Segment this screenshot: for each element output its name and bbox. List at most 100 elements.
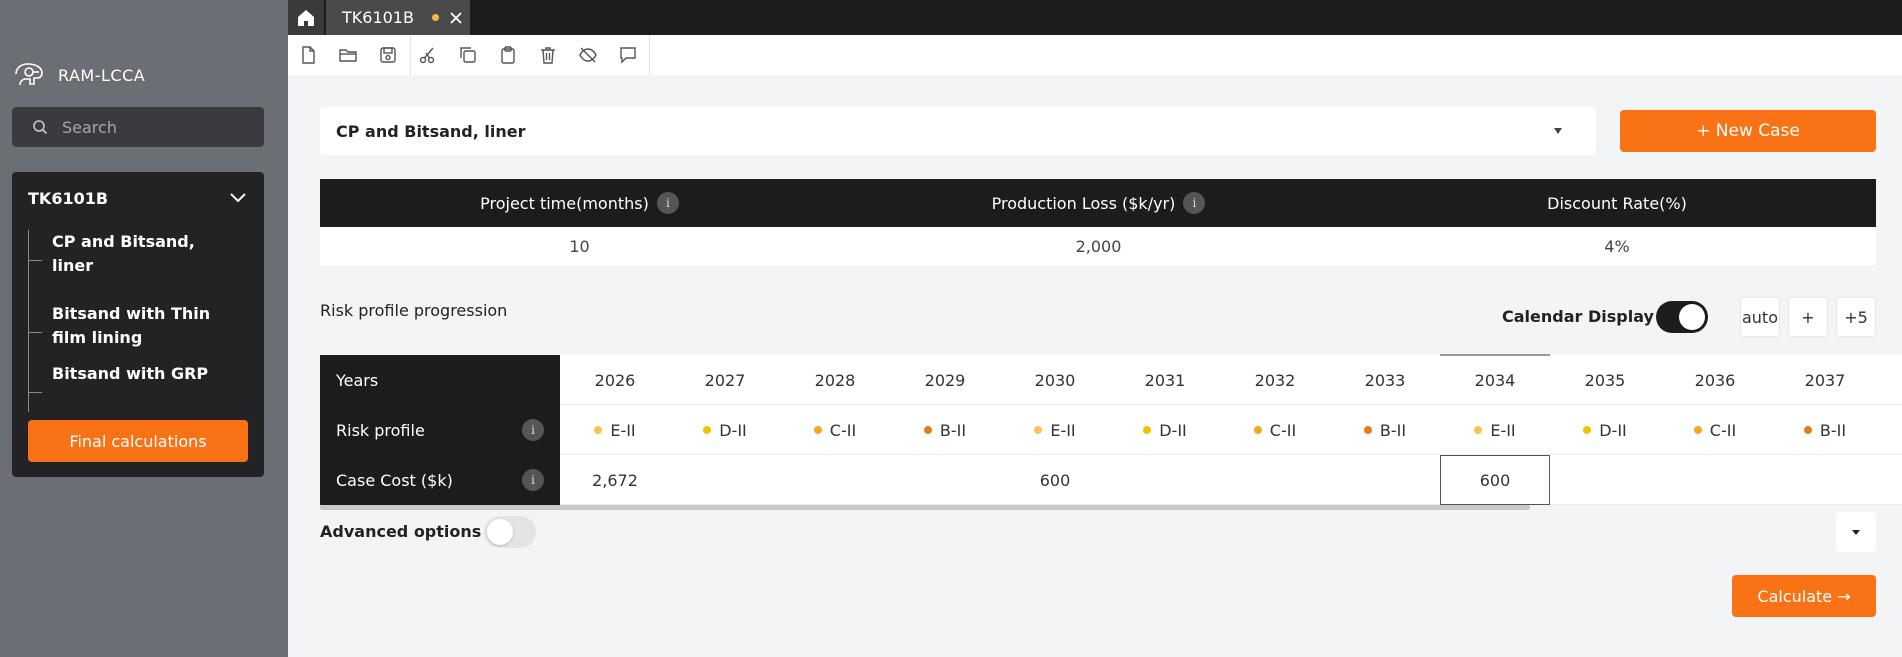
- app-name: RAM-LCCA: [58, 65, 146, 85]
- new-case-button[interactable]: + New Case: [1620, 110, 1876, 152]
- risk-grid: Years Risk profile i Case Cost ($k) i 20…: [320, 354, 1902, 510]
- risk-label: B-II: [1379, 420, 1407, 440]
- final-calculations-button[interactable]: Final calculations: [28, 420, 248, 462]
- copy-button[interactable]: [456, 43, 480, 67]
- advanced-options-dropdown[interactable]: [1836, 512, 1876, 552]
- new-file-button[interactable]: [296, 43, 320, 67]
- risk-cell[interactable]: E-II: [1000, 405, 1110, 455]
- project-name: TK6101B: [28, 188, 109, 208]
- cost-cell[interactable]: 2,672: [560, 455, 670, 505]
- cut-button[interactable]: [416, 43, 440, 67]
- project-header[interactable]: TK6101B: [28, 186, 248, 210]
- risk-label: E-II: [610, 420, 636, 440]
- calendar-display-toggle[interactable]: [1656, 301, 1708, 333]
- risk-cell[interactable]: D-II: [670, 405, 780, 455]
- zoom-auto-button[interactable]: auto: [1740, 297, 1780, 337]
- calculate-button[interactable]: Calculate →: [1732, 575, 1876, 617]
- risk-dot-icon: [1803, 426, 1812, 434]
- cut-icon: [419, 47, 435, 64]
- cost-row: 2,672 600 600: [560, 455, 1902, 505]
- chevron-down-icon[interactable]: [228, 189, 248, 208]
- risk-dot-icon: [1253, 426, 1262, 434]
- close-icon[interactable]: [449, 11, 463, 25]
- zoom-plus5-button[interactable]: +5: [1836, 297, 1876, 337]
- risk-cell[interactable]: C-II: [780, 405, 890, 455]
- copy-icon: [460, 47, 476, 63]
- risk-cell[interactable]: D-II: [1550, 405, 1660, 455]
- advanced-options-toggle[interactable]: [484, 516, 536, 548]
- open-folder-icon: [339, 49, 357, 62]
- risk-cell[interactable]: E-II: [1440, 405, 1550, 455]
- risk-cell[interactable]: D-II: [1110, 405, 1220, 455]
- tree-item-cp-bitsand[interactable]: CP and Bitsand, liner: [28, 230, 248, 278]
- year-cell: 2033: [1364, 370, 1406, 390]
- value-production-loss[interactable]: 2,000: [839, 227, 1358, 265]
- caret-down-icon: [1554, 128, 1562, 134]
- header-project-time: Project time(months) i: [320, 179, 839, 227]
- paste-icon: [501, 46, 515, 64]
- year-cell: 2035: [1584, 370, 1626, 390]
- tree-item-label: Bitsand with GRP: [52, 364, 209, 383]
- info-icon[interactable]: i: [1183, 192, 1206, 214]
- row-label-text: Risk profile: [336, 420, 425, 440]
- search-input[interactable]: [62, 117, 252, 137]
- paste-button[interactable]: [496, 43, 520, 67]
- row-label-years: Years: [320, 355, 560, 405]
- year-cell: 2027: [704, 370, 746, 390]
- tab-tk6101b[interactable]: TK6101B: [326, 0, 470, 35]
- risk-label: E-II: [1490, 420, 1516, 440]
- risk-row: E-II D-II C-II B-II E-II D-II C-II B-II E-II D-II…: [560, 405, 1902, 455]
- value-project-time[interactable]: 10: [320, 227, 839, 265]
- info-icon[interactable]: i: [656, 192, 679, 214]
- cost-cell[interactable]: 600: [1000, 455, 1110, 505]
- risk-cell[interactable]: B-II: [1770, 405, 1880, 455]
- risk-dot-icon: [1474, 426, 1483, 434]
- year-cell: 2036: [1694, 370, 1736, 390]
- comment-button[interactable]: [616, 43, 640, 67]
- horizontal-scrollbar[interactable]: [320, 505, 1530, 510]
- risk-cell[interactable]: C-II: [1220, 405, 1330, 455]
- brain-logo-icon: [15, 63, 43, 86]
- home-icon: [298, 9, 314, 26]
- risk-cell[interactable]: C-II: [1660, 405, 1770, 455]
- delete-button[interactable]: [536, 43, 560, 67]
- toolbar-divider: [410, 35, 411, 75]
- open-folder-button[interactable]: [336, 43, 360, 67]
- save-button[interactable]: [376, 43, 400, 67]
- case-select[interactable]: CP and Bitsand, liner: [320, 107, 1596, 155]
- year-cell: 2028: [814, 370, 856, 390]
- header-label: Production Loss ($k/yr): [991, 193, 1176, 213]
- modified-dot-icon: [431, 14, 439, 21]
- risk-cell[interactable]: E-II: [560, 405, 670, 455]
- info-icon[interactable]: i: [522, 469, 544, 491]
- tab-label: TK6101B: [342, 8, 414, 27]
- year-cell: 2030: [1034, 370, 1076, 390]
- app-logo[interactable]: RAM-LCCA: [12, 60, 145, 90]
- risk-cell[interactable]: B-II: [1330, 405, 1440, 455]
- zoom-in-button[interactable]: +: [1788, 297, 1828, 337]
- search-box[interactable]: [12, 107, 264, 147]
- tree-item-thin-film[interactable]: Bitsand with Thin film lining: [28, 302, 248, 350]
- search-icon: [33, 120, 48, 135]
- value-discount-rate[interactable]: 4%: [1358, 227, 1876, 265]
- params-value-row: 10 2,000 4%: [320, 227, 1876, 265]
- risk-label: C-II: [1269, 420, 1297, 440]
- cost-cell-selected[interactable]: 600: [1440, 455, 1550, 505]
- tree-item-grp[interactable]: Bitsand with GRP: [28, 362, 248, 393]
- hide-button[interactable]: [576, 43, 600, 67]
- hide-icon: [579, 47, 597, 63]
- home-tab[interactable]: [288, 0, 324, 35]
- risk-cell[interactable]: B-II: [890, 405, 1000, 455]
- risk-section-title: Risk profile progression: [320, 301, 508, 320]
- params-header-row: Project time(months) i Production Loss (…: [320, 179, 1876, 227]
- calendar-display-label: Calendar Display: [1502, 307, 1654, 326]
- risk-label: E-II: [1050, 420, 1076, 440]
- info-icon[interactable]: i: [522, 419, 544, 441]
- tree-item-label: CP and Bitsand,: [52, 232, 195, 251]
- risk-label: C-II: [1709, 420, 1737, 440]
- year-cell: 2026: [594, 370, 636, 390]
- selected-column-marker: [1440, 354, 1550, 356]
- row-label-text: Case Cost ($k): [336, 470, 453, 490]
- project-panel: TK6101B CP and Bitsand, liner Bitsand wi…: [12, 172, 264, 477]
- year-cell: 2032: [1254, 370, 1296, 390]
